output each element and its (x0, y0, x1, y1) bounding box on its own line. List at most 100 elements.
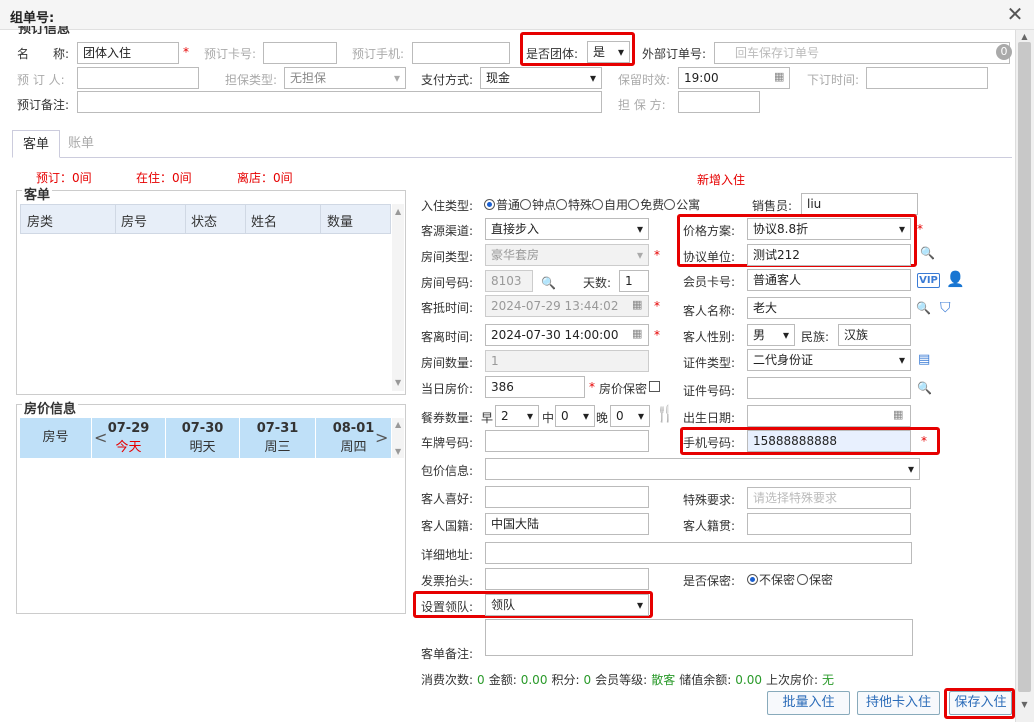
scroll-down-icon[interactable]: ▼ (395, 447, 401, 456)
radio-normal[interactable] (484, 199, 495, 210)
hobby-field[interactable] (485, 486, 649, 508)
col-status: 状态 (191, 215, 218, 230)
ethnicity-field[interactable]: 汉族 (838, 324, 911, 346)
title-bar (0, 0, 1034, 30)
address-field[interactable] (485, 542, 912, 564)
scroll-up-icon[interactable]: ▲ (1018, 32, 1031, 42)
booking-phone-label: 预订手机: (352, 47, 405, 61)
search-icon[interactable]: 🔍 (917, 381, 932, 395)
calendar-icon[interactable]: ▦ (632, 327, 642, 340)
day-price-field[interactable]: 386 (485, 376, 585, 398)
mobile-field[interactable]: 15888888888 (747, 430, 911, 452)
price-plan-label: 价格方案: (683, 224, 736, 238)
order-time-field[interactable] (866, 67, 988, 89)
member-card-label: 会员卡号: (683, 275, 736, 289)
hobby-label: 客人喜好: (421, 492, 474, 506)
depart-time-field[interactable]: 2024-07-30 14:00:00 (485, 324, 649, 346)
next-date-icon[interactable]: > (375, 428, 388, 447)
gender-select[interactable]: 男 (747, 324, 795, 346)
calendar-icon[interactable]: ▦ (774, 70, 784, 83)
arrive-time-field[interactable]: 2024-07-29 13:44:02 (485, 295, 649, 317)
required-mark: * (654, 248, 660, 262)
id-reader-icon[interactable]: ▤ (918, 352, 930, 367)
vip-icon[interactable]: VIP (917, 273, 940, 288)
payment-select[interactable]: 现金 (480, 67, 602, 89)
guarantee-type-select[interactable]: 无担保 (284, 67, 406, 89)
agreement-field[interactable]: 测试212 (747, 244, 911, 266)
checkin-type-label: 入住类型: (421, 199, 474, 213)
lunch-label: 中 (542, 411, 555, 425)
source-select[interactable]: 直接步入 (485, 218, 649, 240)
id-type-label: 证件类型: (683, 356, 736, 370)
scroll-down-icon[interactable]: ▼ (1018, 700, 1031, 710)
birth-date-field[interactable] (747, 405, 911, 427)
booking-remark-field[interactable] (77, 91, 602, 113)
radio-hourly[interactable] (520, 199, 532, 210)
scroll-up-icon[interactable]: ▲ (395, 420, 401, 429)
price-secret-checkbox[interactable] (649, 381, 660, 392)
save-checkin-button[interactable]: 保存入住 (949, 691, 1012, 715)
dinner-label: 晚 (596, 411, 609, 425)
dinner-select[interactable]: 0 (610, 405, 650, 427)
special-request-field[interactable]: 请选择特殊要求 (747, 487, 911, 509)
lunch-select[interactable]: 0 (555, 405, 595, 427)
prev-date-icon[interactable]: < (94, 428, 107, 447)
invoice-field[interactable] (485, 568, 649, 590)
day-price-label: 当日房价: (421, 382, 474, 396)
id-no-field[interactable] (747, 377, 911, 399)
radio-special[interactable] (556, 199, 568, 210)
name-field[interactable]: 团体入住 (77, 42, 179, 64)
tab-guest-order[interactable]: 客单 (12, 130, 61, 158)
guest-name-field[interactable]: 老大 (747, 297, 911, 319)
search-icon[interactable]: 🔍 (920, 246, 935, 260)
close-icon[interactable]: ✕ (1005, 3, 1025, 25)
booker-field[interactable] (77, 67, 199, 89)
room-no-field[interactable]: 8103 (485, 270, 533, 292)
leader-select[interactable]: 领队 (485, 594, 649, 616)
radio-secret[interactable] (797, 574, 809, 585)
id-type-select[interactable]: 二代身份证 (747, 349, 911, 371)
scrollbar-thumb[interactable] (1018, 42, 1031, 692)
radio-self-use[interactable] (592, 199, 604, 210)
tab-bill[interactable]: 账单 (58, 130, 104, 158)
guest-remark-label: 客单备注: (421, 647, 474, 661)
room-count-field[interactable]: 1 (485, 350, 649, 372)
native-place-field[interactable] (747, 513, 911, 535)
utensils-icon[interactable]: 🍴 (655, 404, 675, 423)
col-room-type: 房类 (27, 215, 54, 230)
scroll-up-icon[interactable]: ▲ (395, 207, 401, 216)
room-type-select[interactable]: 豪华套房 (485, 244, 649, 266)
breakfast-select[interactable]: 2 (495, 405, 539, 427)
search-icon[interactable]: 🔍 (916, 301, 931, 315)
price-room-header: 房号 (20, 418, 91, 458)
radio-free[interactable] (628, 199, 640, 210)
package-select[interactable] (485, 458, 920, 480)
price-plan-select[interactable]: 协议8.8折 (747, 218, 911, 240)
checkin-type-group: 普通 钟点 特殊 自用 免费 公寓 (484, 196, 700, 213)
salesperson-field[interactable]: liu (801, 193, 918, 215)
guest-remark-field[interactable] (485, 619, 913, 656)
member-card-field[interactable]: 普通客人 (747, 269, 911, 291)
search-icon[interactable]: 🔍 (541, 276, 556, 290)
scroll-down-icon[interactable]: ▼ (395, 378, 401, 387)
nationality-field[interactable]: 中国大陆 (485, 513, 649, 535)
calendar-icon[interactable]: ▦ (893, 408, 903, 421)
other-card-checkin-button[interactable]: 持他卡入住 (857, 691, 940, 715)
calendar-icon[interactable]: ▦ (632, 298, 642, 311)
group-select[interactable]: 是 (587, 41, 630, 63)
booking-phone-field[interactable] (412, 42, 510, 64)
room-grid-scrollbar[interactable] (392, 204, 404, 391)
batch-checkin-button[interactable]: 批量入住 (767, 691, 850, 715)
group-label: 是否团体: (526, 47, 579, 61)
add-user-icon[interactable]: 👤 (946, 270, 965, 288)
card-no-field[interactable] (263, 42, 337, 64)
plate-field[interactable] (485, 430, 649, 452)
radio-label: 钟点 (532, 198, 557, 212)
days-field[interactable]: 1 (619, 270, 649, 292)
guarantor-field[interactable] (678, 91, 760, 113)
radio-apartment[interactable] (664, 199, 676, 210)
ext-order-field[interactable]: 回车保存订单号 (714, 42, 1010, 64)
shield-icon[interactable]: ⛉ (940, 300, 951, 316)
price-day-col: 07-30 明天 (166, 418, 239, 458)
radio-not-secret[interactable] (747, 574, 758, 585)
